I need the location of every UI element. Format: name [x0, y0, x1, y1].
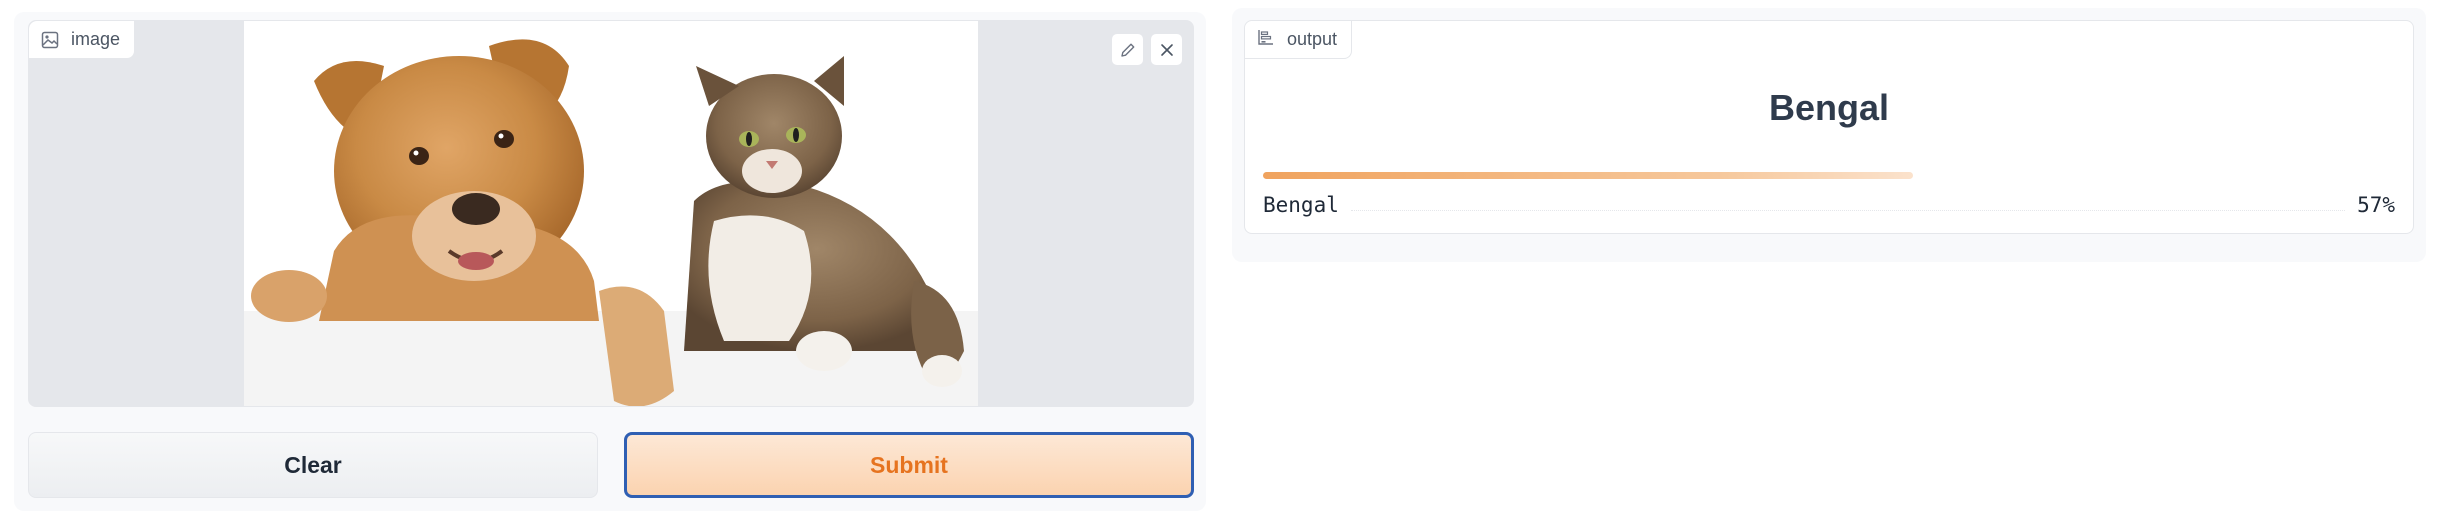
confidence-bar [1263, 172, 2403, 179]
input-panel: image Clear Submit [14, 12, 1206, 511]
output-panel: output Bengal Bengal 57% [1232, 8, 2426, 262]
confidence-label: Bengal [1263, 193, 1339, 217]
clear-button[interactable]: Clear [28, 432, 598, 498]
output-label-chip: output [1245, 21, 1353, 59]
dog-and-cat-photo [244, 21, 978, 406]
confidence-row: Bengal 57% [1263, 189, 2395, 217]
submit-button[interactable]: Submit [624, 432, 1194, 498]
label-output: output Bengal Bengal 57% [1244, 20, 2414, 234]
leader-dots [1350, 210, 2346, 211]
image-label: image [71, 29, 121, 49]
output-label: output [1287, 29, 1338, 49]
confidence-bar-fill [1263, 172, 1913, 179]
image-label-chip: image [29, 21, 136, 59]
image-icon [41, 31, 59, 49]
uploaded-image [244, 21, 978, 406]
predicted-label: Bengal [1768, 87, 1890, 128]
image-input[interactable]: image [28, 20, 1194, 407]
pencil-icon[interactable] [1111, 33, 1144, 66]
image-actions [1111, 33, 1183, 66]
bar-chart-icon [1257, 28, 1275, 51]
confidence-value: 57% [2357, 193, 2395, 217]
close-icon[interactable] [1150, 33, 1183, 66]
